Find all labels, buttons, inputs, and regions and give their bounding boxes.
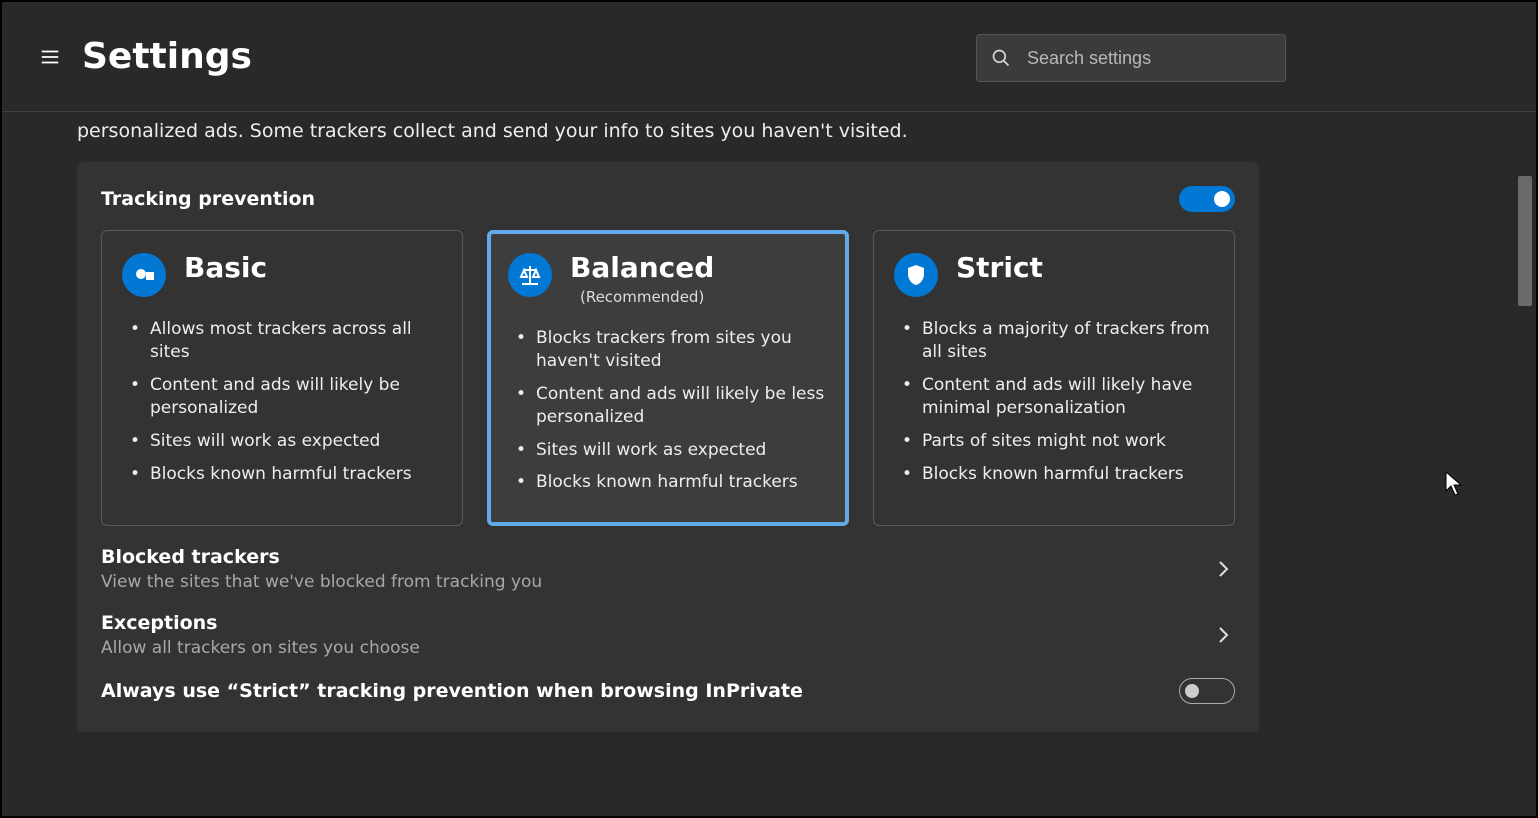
page-title: Settings — [82, 36, 252, 77]
menu-button[interactable] — [28, 35, 72, 79]
tracking-prevention-toggle[interactable] — [1179, 186, 1235, 212]
inprivate-strict-toggle[interactable] — [1179, 678, 1235, 704]
card-title: Basic — [184, 253, 267, 284]
row-title: Always use “Strict” tracking prevention … — [101, 680, 1179, 702]
hamburger-icon — [39, 46, 61, 68]
settings-header: Settings — [2, 2, 1536, 112]
content-area: personalized ads. Some trackers collect … — [2, 112, 1536, 816]
bullet: Content and ads will likely be less pers… — [514, 378, 828, 434]
level-card-basic[interactable]: Basic Allows most trackers across all si… — [101, 230, 463, 526]
card-title: Strict — [956, 253, 1043, 284]
card-subtitle: (Recommended) — [570, 288, 714, 306]
row-title: Exceptions — [101, 612, 1211, 634]
bullet: Blocks known harmful trackers — [128, 458, 442, 491]
bullet: Content and ads will likely be personali… — [128, 369, 442, 425]
inprivate-strict-row: Always use “Strict” tracking prevention … — [101, 658, 1235, 704]
row-desc: Allow all trackers on sites you choose — [101, 638, 1211, 658]
tracking-level-cards: Basic Allows most trackers across all si… — [101, 230, 1235, 526]
bullet: Content and ads will likely have minimal… — [900, 369, 1214, 425]
search-box[interactable] — [976, 34, 1286, 82]
chevron-right-icon — [1211, 623, 1235, 647]
strict-icon — [894, 253, 938, 297]
bullet: Parts of sites might not work — [900, 425, 1214, 458]
chevron-right-icon — [1211, 557, 1235, 581]
bullet: Blocks known harmful trackers — [514, 466, 828, 499]
bullet: Allows most trackers across all sites — [128, 313, 442, 369]
row-title: Blocked trackers — [101, 546, 1211, 568]
search-icon — [991, 48, 1011, 68]
bullet: Blocks trackers from sites you haven't v… — [514, 322, 828, 378]
level-card-strict[interactable]: Strict Blocks a majority of trackers fro… — [873, 230, 1235, 526]
exceptions-row[interactable]: Exceptions Allow all trackers on sites y… — [101, 592, 1235, 658]
bullet: Sites will work as expected — [514, 434, 828, 467]
bullet: Blocks a majority of trackers from all s… — [900, 313, 1214, 369]
bullet: Sites will work as expected — [128, 425, 442, 458]
level-card-balanced[interactable]: Balanced (Recommended) Blocks trackers f… — [487, 230, 849, 526]
card-title: Balanced — [570, 253, 714, 284]
scrollbar[interactable] — [1514, 116, 1532, 806]
row-desc: View the sites that we've blocked from t… — [101, 572, 1211, 592]
balanced-icon — [508, 253, 552, 297]
scrollbar-thumb[interactable] — [1518, 176, 1532, 306]
tracking-prevention-title: Tracking prevention — [101, 188, 315, 210]
search-input[interactable] — [1027, 48, 1271, 69]
blocked-trackers-row[interactable]: Blocked trackers View the sites that we'… — [101, 526, 1235, 592]
basic-icon — [122, 253, 166, 297]
bullet: Blocks known harmful trackers — [900, 458, 1214, 491]
intro-text: personalized ads. Some trackers collect … — [77, 112, 1461, 162]
tracking-prevention-panel: Tracking prevention Basic Allows most tr… — [77, 162, 1259, 732]
